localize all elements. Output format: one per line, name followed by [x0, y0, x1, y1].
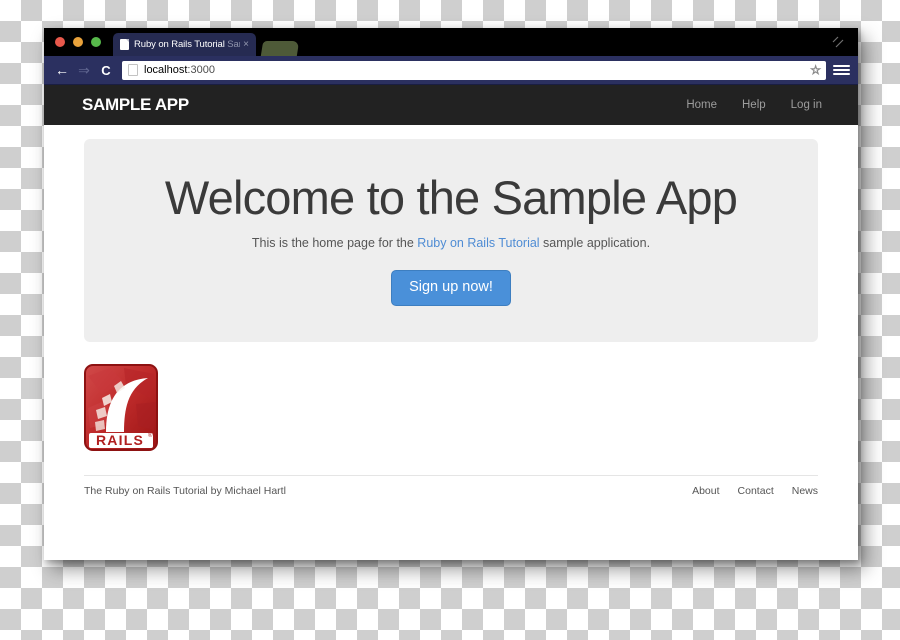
nav-link-help[interactable]: Help: [742, 99, 766, 111]
svg-text:®: ®: [148, 432, 153, 439]
site-nav-links: Home Help Log in: [686, 99, 822, 111]
site-navbar: SAMPLE APP Home Help Log in: [44, 85, 858, 125]
nav-link-home[interactable]: Home: [686, 99, 717, 111]
reload-icon[interactable]: C: [97, 61, 115, 79]
browser-tab-active[interactable]: Ruby on Rails Tutorial Sam ×: [113, 33, 256, 56]
site-brand[interactable]: SAMPLE APP: [82, 95, 189, 115]
rails-logo-icon[interactable]: RAILS ®: [84, 363, 158, 451]
close-icon[interactable]: ×: [240, 39, 252, 50]
browser-toolbar: ← ⇒ C localhost:3000 ☆: [44, 56, 858, 85]
jumbotron: Welcome to the Sample App This is the ho…: [84, 139, 818, 342]
hamburger-menu-icon[interactable]: [833, 61, 850, 80]
page-icon: [120, 39, 129, 50]
page-subtitle: This is the home page for the Ruby on Ra…: [251, 236, 651, 251]
url-input[interactable]: localhost:3000: [144, 64, 810, 76]
bookmark-star-icon[interactable]: ☆: [810, 64, 822, 77]
footer-link-about[interactable]: About: [692, 485, 719, 497]
svg-text:RAILS: RAILS: [96, 432, 144, 448]
tutorial-link[interactable]: Ruby on Rails Tutorial: [417, 236, 539, 250]
page-title: Welcome to the Sample App: [164, 171, 738, 224]
back-icon[interactable]: ←: [53, 61, 71, 79]
signup-button[interactable]: Sign up now!: [391, 270, 511, 306]
forward-icon[interactable]: ⇒: [75, 61, 93, 79]
page-icon: [128, 64, 138, 76]
tab-title: Ruby on Rails Tutorial Sam: [134, 39, 240, 50]
footer-tutorial-link[interactable]: Ruby on Rails Tutorial: [105, 485, 208, 497]
zoom-window-button[interactable]: [91, 37, 101, 47]
window-controls: [55, 37, 101, 47]
footer-links: About Contact News: [692, 485, 818, 497]
nav-link-login[interactable]: Log in: [791, 99, 822, 111]
page-viewport: SAMPLE APP Home Help Log in Welcome to t…: [44, 85, 858, 559]
browser-tab-background[interactable]: [260, 41, 300, 56]
address-bar[interactable]: localhost:3000 ☆: [122, 60, 826, 80]
window-resize-icon: [832, 36, 844, 48]
footer-link-news[interactable]: News: [792, 485, 818, 497]
site-footer: The Ruby on Rails Tutorial by Michael Ha…: [84, 474, 818, 497]
browser-window: Ruby on Rails Tutorial Sam × ← ⇒ C local…: [44, 28, 858, 560]
logo-area: RAILS ®: [44, 342, 858, 451]
close-window-button[interactable]: [55, 37, 65, 47]
footer-link-contact[interactable]: Contact: [738, 485, 774, 497]
minimize-window-button[interactable]: [73, 37, 83, 47]
browser-titlebar: Ruby on Rails Tutorial Sam ×: [44, 28, 858, 56]
footer-credit: The Ruby on Rails Tutorial by Michael Ha…: [84, 484, 286, 497]
